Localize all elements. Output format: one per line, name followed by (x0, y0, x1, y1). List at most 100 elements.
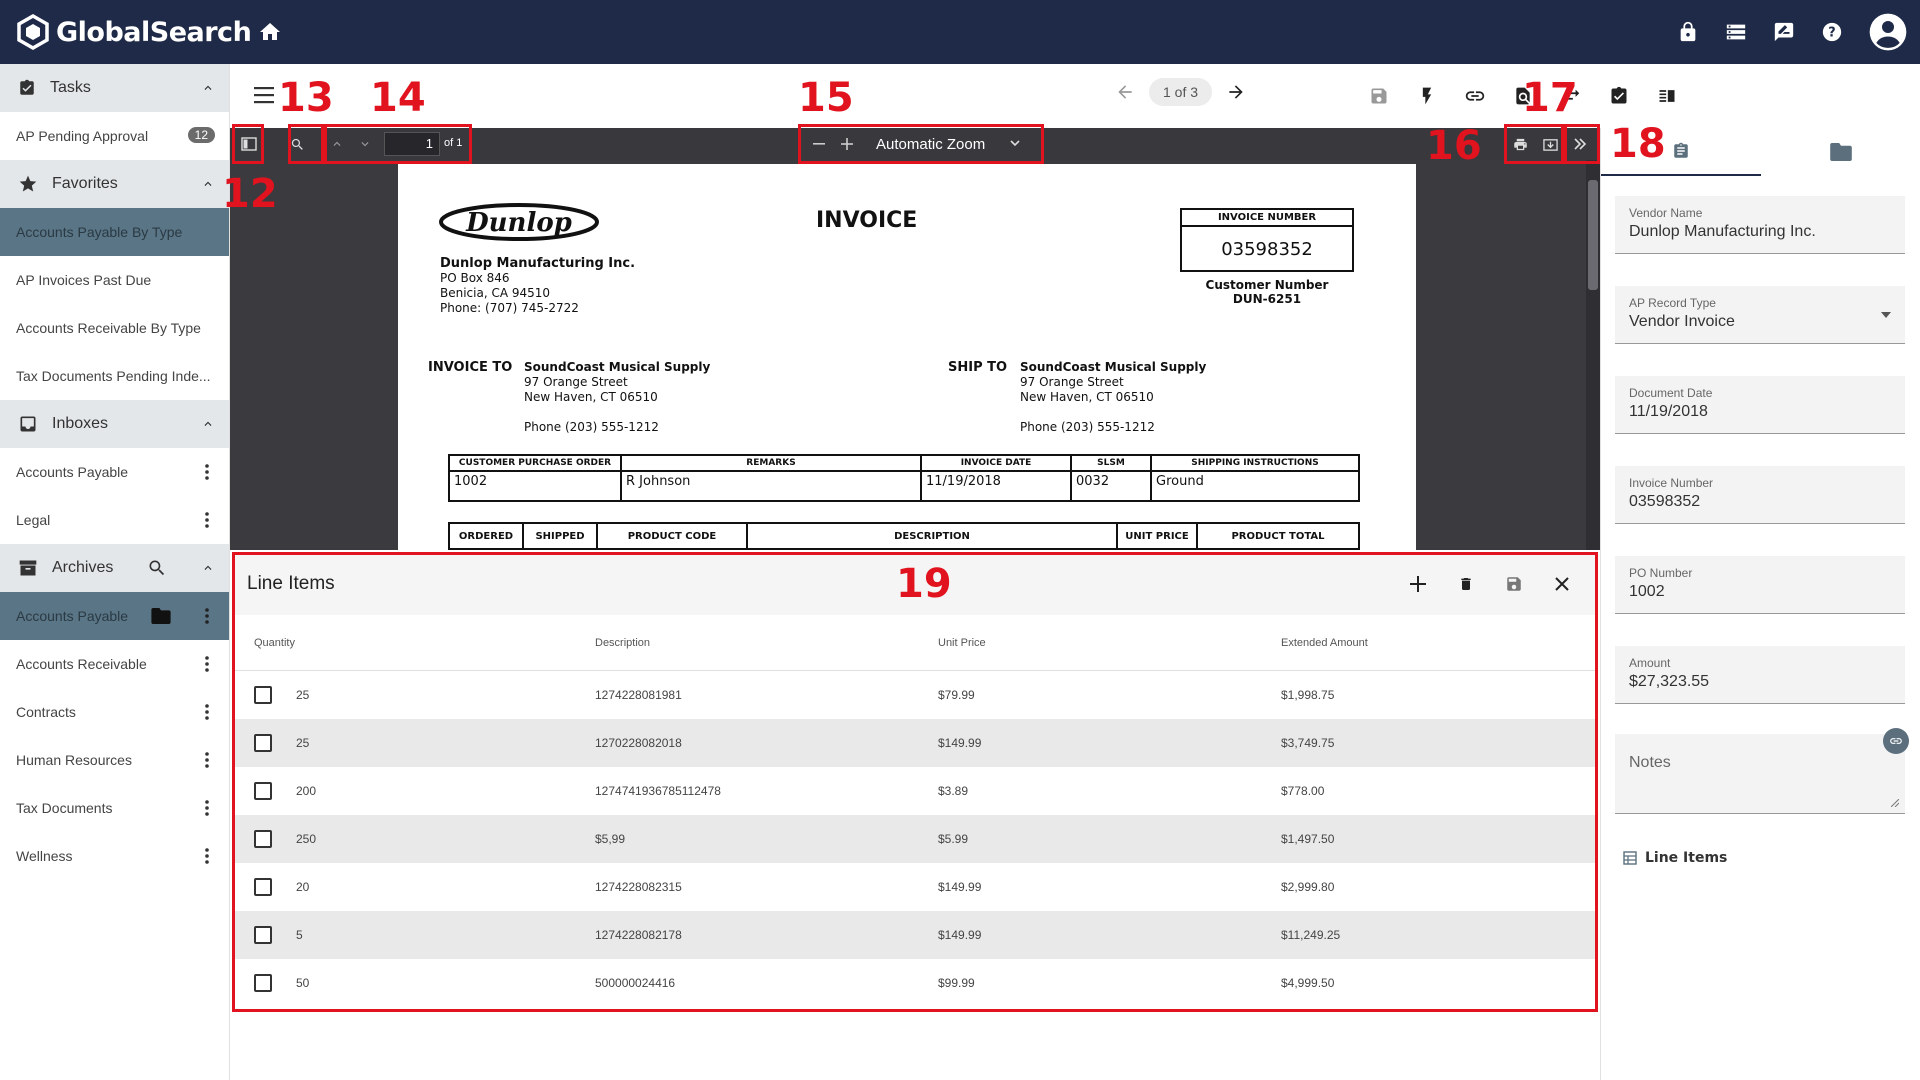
zoom-out-button[interactable] (806, 132, 832, 156)
sidebar-item-archive-tax-documents[interactable]: Tax Documents (0, 784, 229, 832)
page-number-input[interactable]: 1 (384, 132, 440, 156)
more-vert-icon[interactable] (205, 656, 209, 672)
row-checkbox[interactable] (254, 686, 272, 704)
next-page-button[interactable] (352, 132, 378, 156)
sidebar-section-inboxes[interactable]: Inboxes (0, 400, 229, 448)
notes-textarea[interactable]: Notes (1615, 734, 1905, 814)
column-header[interactable]: Description (595, 637, 650, 649)
sidebar-item-tax-documents-pending[interactable]: Tax Documents Pending Inde... (0, 352, 229, 400)
column-header[interactable]: Quantity (254, 637, 295, 649)
po-number-field[interactable]: PO Number 1002 (1615, 556, 1905, 614)
chevron-up-icon[interactable] (201, 417, 215, 431)
more-vert-icon[interactable] (205, 752, 209, 768)
app-logo[interactable]: GlobalSearch (16, 14, 252, 50)
sidebar-item-archive-human-resources[interactable]: Human Resources (0, 736, 229, 784)
more-vert-icon[interactable] (205, 848, 209, 864)
more-vert-icon[interactable] (205, 512, 209, 528)
pdf-viewer-area[interactable]: Dunlop INVOICE Dunlop Manufacturing Inc.… (230, 160, 1600, 550)
invoice-table-header: ORDERED (448, 522, 524, 550)
sidebar-item-archive-accounts-payable[interactable]: Accounts Payable (0, 592, 229, 640)
add-line-item-button[interactable] (1394, 566, 1442, 602)
column-header[interactable]: Extended Amount (1281, 637, 1368, 649)
table-row[interactable]: 200 1274741936785112478 $3.89 $778.00 (233, 767, 1596, 815)
sidebar-item-inbox-legal[interactable]: Legal (0, 496, 229, 544)
sidebar-section-archives[interactable]: Archives (0, 544, 229, 592)
row-checkbox[interactable] (254, 926, 272, 944)
download-icon (1542, 138, 1558, 151)
workflow-button[interactable] (1403, 64, 1451, 128)
table-row[interactable]: 250 $5,99 $5.99 $1,497.50 (233, 815, 1596, 863)
table-row[interactable]: 25 1270228082018 $149.99 $3,749.75 (233, 719, 1596, 767)
more-vert-icon[interactable] (205, 704, 209, 720)
help-button[interactable]: ? (1808, 0, 1856, 64)
cell-unit-price: $5.99 (938, 832, 969, 846)
resize-grip-icon[interactable] (1891, 799, 1899, 807)
row-checkbox[interactable] (254, 974, 272, 992)
row-checkbox[interactable] (254, 878, 272, 896)
sidebar-item-inbox-accounts-payable[interactable]: Accounts Payable (0, 448, 229, 496)
customer-number: Customer Number DUN-6251 (1192, 278, 1342, 306)
arrow-back-icon[interactable] (1115, 82, 1135, 102)
lock-button[interactable] (1664, 0, 1712, 64)
ap-record-type-select[interactable]: AP Record Type Vendor Invoice (1615, 286, 1905, 344)
assignment-icon (20, 79, 34, 95)
column-header[interactable]: Unit Price (938, 637, 986, 649)
search-icon[interactable] (147, 558, 167, 578)
pdf-scrollbar[interactable] (1586, 160, 1600, 550)
download-button[interactable] (1537, 132, 1563, 156)
ship-to-phone: Phone (203) 555-1212 (1020, 420, 1155, 434)
print-button[interactable] (1507, 132, 1533, 156)
link-field-button[interactable] (1883, 728, 1909, 754)
zoom-select[interactable]: Automatic Zoom (870, 131, 1030, 157)
user-avatar-button[interactable] (1864, 0, 1912, 64)
table-row[interactable]: 20 1274228082315 $149.99 $2,999.80 (233, 863, 1596, 911)
link-button[interactable] (1451, 64, 1499, 128)
chevron-up-icon[interactable] (201, 561, 215, 575)
sidebar-section-favorites[interactable]: Favorites (0, 160, 229, 208)
sidebar-item-ap-pending-approval[interactable]: AP Pending Approval 12 (0, 112, 229, 160)
annotation-number: 18 (1610, 121, 1666, 167)
invoice-items-header: ORDERED SHIPPED PRODUCT CODE DESCRIPTION… (448, 522, 1360, 550)
table-row[interactable]: 50 500000024416 $99.99 $4,999.50 (233, 959, 1596, 1007)
tools-menu-button[interactable] (1567, 132, 1593, 156)
sidebar-item-ap-invoices-past-due[interactable]: AP Invoices Past Due (0, 256, 229, 304)
sidebar-item-accounts-payable-by-type[interactable]: Accounts Payable By Type (0, 208, 229, 256)
sidebar-item-archive-wellness[interactable]: Wellness (0, 832, 229, 880)
tab-folder[interactable] (1761, 128, 1920, 176)
vendor-name-field[interactable]: Vendor Name Dunlop Manufacturing Inc. (1615, 196, 1905, 254)
sidebar-item-archive-accounts-receivable[interactable]: Accounts Receivable (0, 640, 229, 688)
table-row[interactable]: 5 1274228082178 $149.99 $11,249.25 (233, 911, 1596, 959)
arrow-forward-icon[interactable] (1226, 82, 1246, 102)
line-items-link[interactable]: Line Items (1623, 850, 1727, 866)
row-checkbox[interactable] (254, 830, 272, 848)
scrollbar-thumb[interactable] (1588, 180, 1598, 290)
home-button[interactable] (258, 20, 282, 44)
chevron-up-icon[interactable] (201, 81, 215, 95)
zoom-in-button[interactable] (834, 132, 860, 156)
more-vert-icon[interactable] (205, 464, 209, 480)
amount-field[interactable]: Amount $27,323.55 (1615, 646, 1905, 704)
toggle-sidebar-button[interactable] (236, 132, 262, 156)
feedback-button[interactable] (1760, 0, 1808, 64)
more-vert-icon[interactable] (205, 800, 209, 816)
sidebar-item-accounts-receivable-by-type[interactable]: Accounts Receivable By Type (0, 304, 229, 352)
sidebar-section-tasks[interactable]: Tasks (0, 64, 229, 112)
row-checkbox[interactable] (254, 734, 272, 752)
document-date-field[interactable]: Document Date 11/19/2018 (1615, 376, 1905, 434)
approve-button[interactable] (1595, 64, 1643, 128)
save-document-button[interactable] (1355, 64, 1403, 128)
delete-line-item-button[interactable] (1442, 566, 1490, 602)
invoice-number-field[interactable]: Invoice Number 03598352 (1615, 466, 1905, 524)
save-line-items-button[interactable] (1490, 566, 1538, 602)
pdf-find-button[interactable] (284, 132, 310, 156)
table-row[interactable]: 25 1274228081981 $79.99 $1,998.75 (233, 671, 1596, 719)
row-checkbox[interactable] (254, 782, 272, 800)
storage-button[interactable] (1712, 0, 1760, 64)
menu-button[interactable] (254, 86, 276, 104)
split-view-button[interactable] (1643, 64, 1691, 128)
chevron-up-icon[interactable] (201, 177, 215, 191)
close-line-items-button[interactable] (1538, 566, 1586, 602)
more-vert-icon[interactable] (205, 608, 209, 624)
sidebar-item-archive-contracts[interactable]: Contracts (0, 688, 229, 736)
previous-page-button[interactable] (324, 132, 350, 156)
